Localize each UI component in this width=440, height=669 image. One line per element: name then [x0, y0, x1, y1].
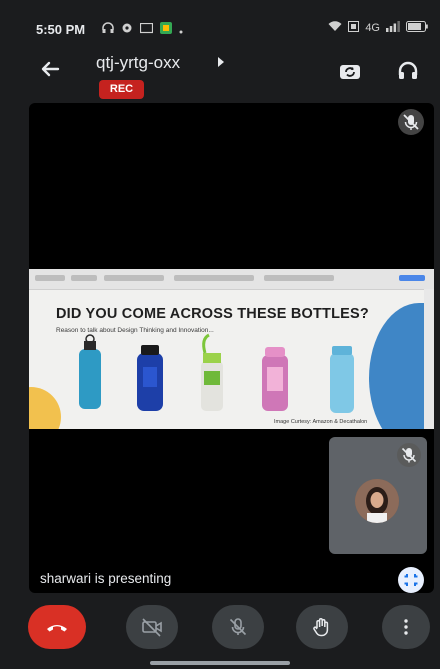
presentation-stage[interactable]: DID YOU COME ACROSS THESE BOTTLES? Reaso…	[29, 103, 434, 593]
raise-hand-button[interactable]	[296, 605, 348, 649]
wifi-icon	[328, 21, 342, 35]
chevron-right-icon[interactable]	[218, 57, 224, 67]
call-controls	[0, 605, 440, 657]
battery-icon	[406, 21, 428, 35]
sim-icon	[348, 21, 360, 35]
end-call-button[interactable]	[28, 605, 86, 649]
camera-off-icon	[142, 618, 162, 637]
home-indicator[interactable]	[150, 661, 290, 665]
audio-output-icon[interactable]	[396, 59, 420, 83]
more-vert-icon	[404, 619, 408, 635]
bottle-5-image	[330, 346, 354, 413]
shared-screen-slide: DID YOU COME ACROSS THESE BOTTLES? Reaso…	[29, 269, 434, 429]
cast-status-icon	[139, 21, 154, 39]
meeting-code[interactable]: qtj-yrtg-oxx	[96, 53, 180, 73]
back-arrow-icon[interactable]	[38, 57, 62, 81]
meeting-header: qtj-yrtg-oxx REC	[0, 45, 440, 105]
fullscreen-icon[interactable]	[398, 567, 424, 593]
headphones-status-icon	[102, 21, 114, 39]
bottle-images	[79, 333, 354, 413]
bottle-4-image	[262, 347, 288, 411]
recording-badge: REC	[99, 80, 144, 99]
network-label: 4G	[365, 22, 380, 34]
signal-icon	[386, 21, 400, 35]
presenting-label: sharwari is presenting	[40, 571, 172, 586]
bottle-3-image	[201, 333, 223, 411]
hand-icon	[313, 618, 329, 637]
dot-status-icon	[179, 21, 183, 39]
mic-off-icon	[229, 618, 247, 636]
status-time: 5:50 PM	[36, 22, 86, 37]
mic-off-icon	[397, 443, 421, 467]
mic-toggle-button[interactable]	[212, 605, 264, 649]
switch-camera-icon[interactable]	[338, 59, 362, 83]
app-status-icon	[160, 21, 172, 39]
notification-icons	[102, 21, 183, 39]
bottle-1-image	[79, 334, 101, 409]
camera-toggle-button[interactable]	[126, 605, 178, 649]
self-view-tile[interactable]	[329, 437, 427, 554]
slide-image-credit: Image Curtesy: Amazon & Decathalon	[274, 419, 368, 425]
more-options-button[interactable]	[382, 605, 430, 649]
avatar	[355, 479, 399, 523]
hang-up-icon	[47, 625, 67, 632]
system-indicators: 4G	[328, 21, 428, 35]
settings-status-icon	[121, 21, 133, 39]
bottle-2-image	[137, 345, 163, 411]
mic-off-icon	[398, 109, 424, 135]
